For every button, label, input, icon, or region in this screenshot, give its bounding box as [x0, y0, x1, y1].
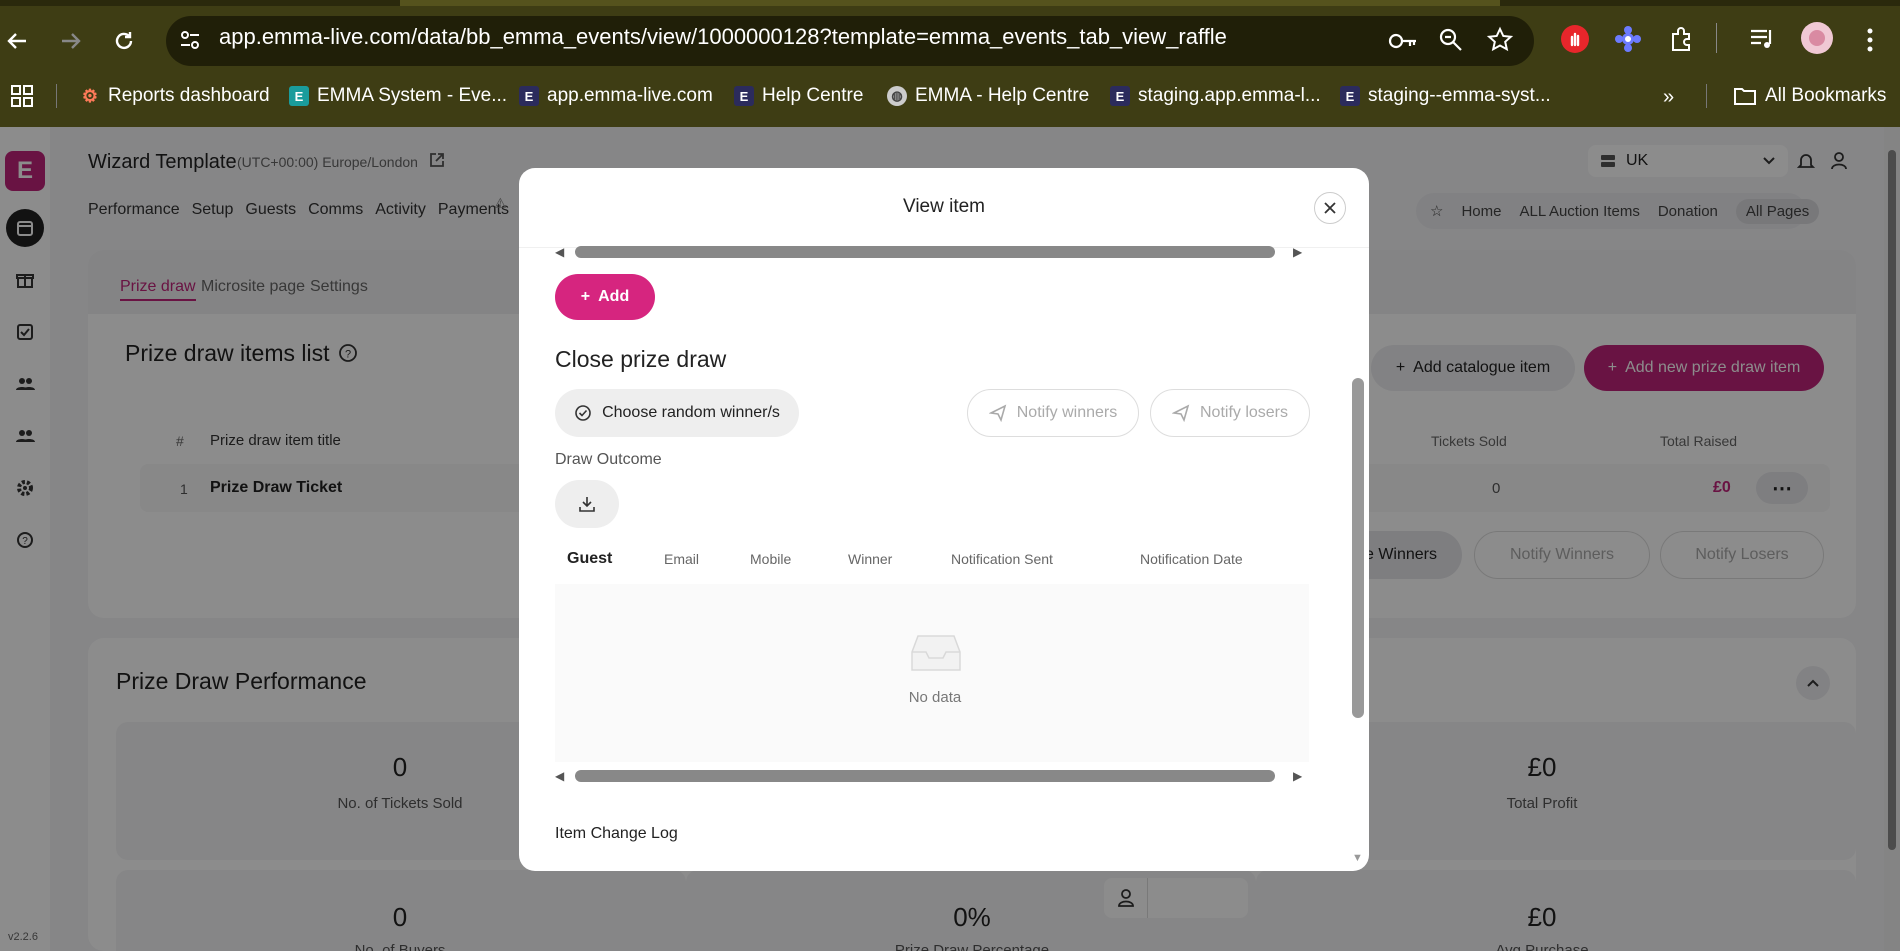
draw-outcome-label: Draw Outcome	[555, 451, 662, 468]
close-icon[interactable]	[1314, 192, 1346, 224]
bookmark-label: EMMA - Help Centre	[915, 85, 1090, 106]
url-text[interactable]: app.emma-live.com/data/bb_emma_events/vi…	[219, 24, 1227, 50]
close-prize-draw-heading: Close prize draw	[555, 346, 727, 372]
scroll-down-icon[interactable]: ▼	[1352, 852, 1363, 864]
item-change-log-heading: Item Change Log	[555, 825, 678, 842]
browser-menu-icon[interactable]	[1864, 26, 1876, 54]
notify-winners-button[interactable]: Notify winners	[967, 389, 1139, 437]
bookmark-label: staging--emma-syst...	[1368, 85, 1551, 106]
profile-avatar-image	[1809, 30, 1825, 46]
all-bookmarks-label: All Bookmarks	[1765, 85, 1887, 106]
scroll-right-icon[interactable]: ▶	[1293, 769, 1302, 783]
back-icon[interactable]	[4, 24, 32, 58]
empty-text: No data	[908, 689, 962, 706]
bookmark-app-emma-live[interactable]: E app.emma-live.com	[519, 84, 713, 108]
download-button[interactable]	[555, 480, 619, 528]
scrollbar-thumb[interactable]	[575, 246, 1275, 258]
choose-random-winner-button[interactable]: Choose random winner/s	[555, 389, 799, 437]
all-bookmarks[interactable]: All Bookmarks	[1733, 84, 1886, 108]
password-key-icon[interactable]	[1388, 28, 1418, 54]
col-notification-date: Notification Date	[1140, 551, 1243, 567]
bookmark-reports-dashboard[interactable]: ⚙ Reports dashboard	[80, 84, 270, 108]
choose-random-label: Choose random winner/s	[602, 404, 780, 421]
bookmark-label: app.emma-live.com	[547, 85, 713, 106]
col-guest: Guest	[567, 550, 613, 567]
view-item-modal: View item ◀ ▶ + Add Close prize draw Cho…	[519, 168, 1369, 871]
zoom-icon[interactable]	[1438, 27, 1464, 53]
bookmark-label: staging.app.emma-l...	[1138, 85, 1321, 106]
bookmark-label: Help Centre	[762, 85, 864, 106]
top-horizontal-scrollbar[interactable]: ◀ ▶	[555, 242, 1325, 262]
check-circle-icon	[574, 404, 592, 422]
more-bookmarks-icon[interactable]: »	[1663, 86, 1674, 109]
active-tab[interactable]	[400, 0, 1500, 6]
modal-title: View item	[902, 196, 985, 217]
send-icon	[988, 404, 1007, 422]
emma-icon: E	[734, 86, 754, 106]
empty-table	[555, 584, 1309, 762]
profile-avatar[interactable]	[1801, 22, 1833, 54]
bookmark-staging-emma-system[interactable]: E staging--emma-syst...	[1340, 84, 1551, 108]
globe-icon: ◍	[887, 86, 907, 106]
scroll-right-icon[interactable]: ▶	[1293, 245, 1302, 259]
site-info-icon[interactable]	[178, 28, 202, 52]
scroll-left-icon[interactable]: ◀	[555, 769, 575, 783]
col-notification-sent: Notification Sent	[951, 551, 1053, 567]
scroll-left-icon[interactable]: ◀	[555, 245, 575, 259]
empty-inbox-icon	[910, 634, 962, 672]
emma-teal-icon: E	[289, 86, 309, 106]
download-icon	[578, 495, 596, 513]
send-icon	[1171, 404, 1190, 422]
emma-icon: E	[1110, 86, 1130, 106]
emma-icon: E	[1340, 86, 1360, 106]
plus-icon: +	[580, 288, 591, 305]
media-controls-icon[interactable]	[1748, 26, 1778, 52]
extension-stop-icon[interactable]	[1561, 25, 1589, 53]
col-email: Email	[664, 551, 700, 567]
bookmark-emma-help-centre[interactable]: ◍ EMMA - Help Centre	[887, 84, 1089, 108]
bookmark-staging-app[interactable]: E staging.app.emma-l...	[1110, 84, 1321, 108]
forward-icon[interactable]	[56, 24, 84, 58]
reload-icon[interactable]	[110, 24, 138, 58]
add-button-label: Add	[598, 288, 630, 305]
bookmark-emma-system[interactable]: E EMMA System - Eve...	[289, 84, 507, 108]
notify-losers-button[interactable]: Notify losers	[1150, 389, 1310, 437]
scrollbar-thumb[interactable]	[575, 770, 1275, 782]
extensions-puzzle-icon[interactable]	[1668, 25, 1696, 53]
hubspot-icon: ⚙	[81, 85, 99, 106]
bookmark-divider	[56, 84, 57, 108]
bookmark-label: EMMA System - Eve...	[317, 85, 508, 106]
notify-losers-label: Notify losers	[1199, 404, 1289, 421]
bottom-horizontal-scrollbar[interactable]: ◀ ▶	[555, 766, 1325, 786]
modal-vertical-scrollbar[interactable]	[1352, 378, 1364, 718]
folder-icon	[1733, 86, 1757, 106]
toolbar-divider	[1716, 23, 1717, 53]
col-winner: Winner	[848, 551, 893, 567]
add-button[interactable]: + Add	[555, 274, 655, 320]
emma-icon: E	[519, 86, 539, 106]
extension-flower-icon[interactable]	[1614, 25, 1642, 53]
bookmark-help-centre[interactable]: E Help Centre	[734, 84, 863, 108]
col-mobile: Mobile	[750, 551, 792, 567]
bookmark-divider	[1706, 84, 1707, 108]
apps-grid-icon[interactable]	[10, 84, 34, 108]
bookmark-label: Reports dashboard	[108, 85, 270, 106]
bookmark-star-icon[interactable]	[1486, 26, 1514, 54]
notify-winners-label: Notify winners	[1016, 404, 1118, 421]
